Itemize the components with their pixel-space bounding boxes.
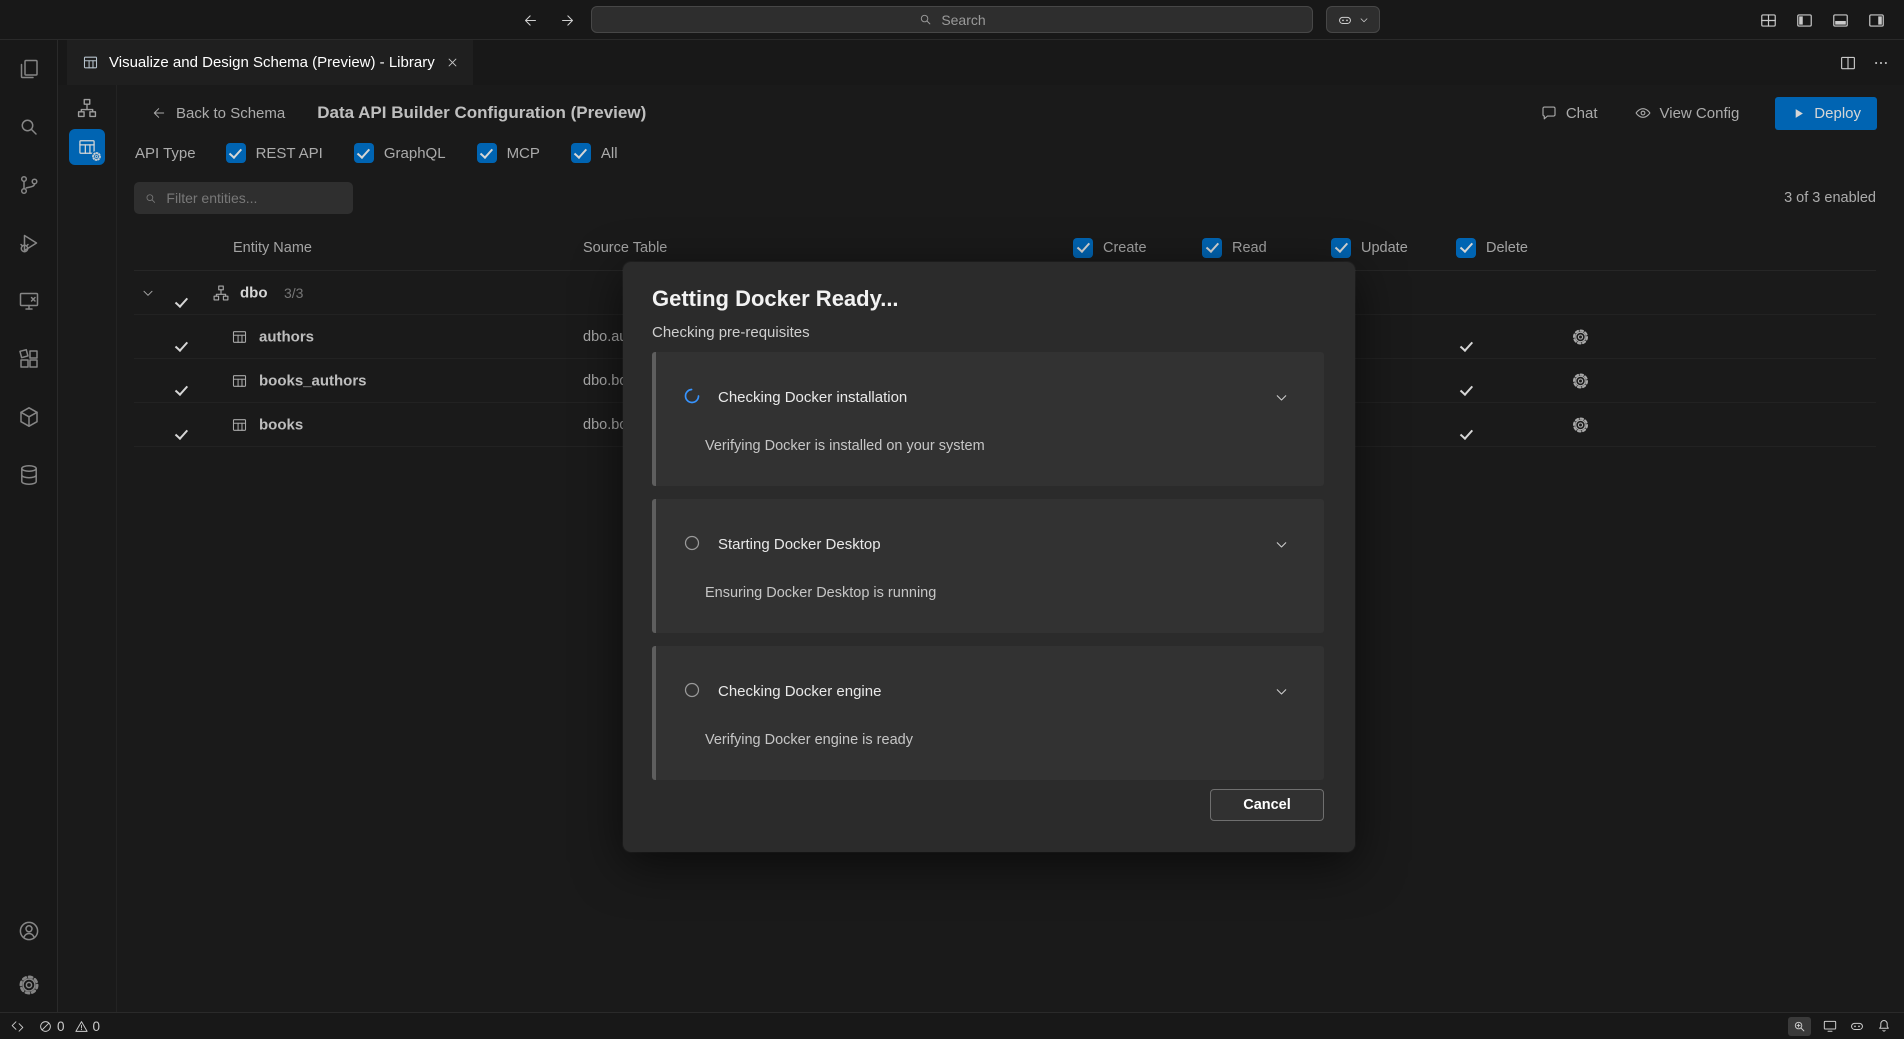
- more-actions-icon[interactable]: [1872, 54, 1890, 72]
- activity-bar: [0, 40, 58, 1012]
- copilot-status-icon[interactable]: [1849, 1018, 1865, 1034]
- step-docker-installation[interactable]: Checking Docker installation Verifying D…: [652, 352, 1324, 486]
- activitybar-extensions[interactable]: [0, 330, 58, 388]
- step-title: Starting Docker Desktop: [718, 536, 881, 553]
- status-bar: 0 0: [0, 1012, 1904, 1039]
- zoom-indicator[interactable]: [1788, 1017, 1811, 1036]
- step-docker-engine[interactable]: Checking Docker engine Verifying Docker …: [652, 646, 1324, 780]
- chevron-down-icon[interactable]: [1273, 683, 1290, 700]
- account-button[interactable]: [0, 904, 58, 958]
- step-description: Verifying Docker engine is ready: [705, 732, 913, 748]
- activitybar-search[interactable]: [0, 98, 58, 156]
- error-icon: [38, 1019, 53, 1034]
- database-icon: [17, 463, 41, 487]
- problems-indicator[interactable]: 0 0: [38, 1019, 100, 1034]
- table-icon: [82, 54, 99, 71]
- history-nav: [522, 0, 576, 40]
- forward-arrow-icon[interactable]: [559, 12, 576, 29]
- screencast-icon[interactable]: [1822, 1018, 1838, 1034]
- warning-count: 0: [93, 1019, 101, 1034]
- step-title: Checking Docker engine: [718, 683, 881, 700]
- activitybar-source-control[interactable]: [0, 156, 58, 214]
- docker-ready-dialog: Getting Docker Ready... Checking pre-req…: [623, 262, 1355, 852]
- activitybar-remote-explorer[interactable]: [0, 272, 58, 330]
- step-title: Checking Docker installation: [718, 389, 907, 406]
- debug-icon: [17, 231, 41, 255]
- tab-visualize-schema[interactable]: Visualize and Design Schema (Preview) - …: [67, 40, 473, 85]
- command-center-search[interactable]: Search: [591, 6, 1313, 33]
- step-description: Verifying Docker is installed on your sy…: [705, 438, 985, 454]
- split-editor-icon[interactable]: [1839, 54, 1857, 72]
- copilot-menu-button[interactable]: [1326, 6, 1380, 33]
- remote-indicator-icon[interactable]: [10, 1019, 25, 1034]
- tab-bar: Visualize and Design Schema (Preview) - …: [58, 40, 1904, 85]
- extensions-icon: [17, 347, 41, 371]
- editor-actions: [1839, 40, 1904, 85]
- files-icon: [17, 57, 41, 81]
- settings-button[interactable]: [0, 958, 58, 1012]
- toggle-panel-icon[interactable]: [1795, 11, 1814, 30]
- warning-icon: [74, 1019, 89, 1034]
- close-icon[interactable]: [445, 55, 460, 70]
- pending-circle-icon: [682, 680, 702, 700]
- chevron-down-icon[interactable]: [1273, 536, 1290, 553]
- tab-title: Visualize and Design Schema (Preview) - …: [109, 54, 435, 71]
- activitybar-explorer[interactable]: [0, 40, 58, 98]
- activitybar-database[interactable]: [0, 446, 58, 504]
- customize-layout-icon[interactable]: [1867, 11, 1886, 30]
- step-docker-desktop[interactable]: Starting Docker Desktop Ensuring Docker …: [652, 499, 1324, 633]
- spinner-icon: [682, 386, 702, 406]
- copilot-icon: [1337, 12, 1353, 28]
- notifications-bell-icon[interactable]: [1876, 1018, 1892, 1034]
- search-icon: [17, 115, 41, 139]
- dialog-steps: Checking Docker installation Verifying D…: [652, 352, 1324, 780]
- chevron-down-icon: [1358, 14, 1370, 26]
- toggle-secondary-sidebar-icon[interactable]: [1831, 11, 1850, 30]
- chevron-down-icon[interactable]: [1273, 389, 1290, 406]
- back-arrow-icon[interactable]: [522, 12, 539, 29]
- search-placeholder: Search: [941, 12, 985, 28]
- step-description: Ensuring Docker Desktop is running: [705, 585, 936, 601]
- activitybar-run-debug[interactable]: [0, 214, 58, 272]
- window-titlebar: Search: [0, 0, 1904, 40]
- package-icon: [17, 405, 41, 429]
- search-icon: [918, 12, 933, 27]
- cancel-button[interactable]: Cancel: [1210, 789, 1324, 821]
- gear-icon: [17, 973, 41, 997]
- dialog-subtitle: Checking pre-requisites: [652, 324, 1324, 342]
- toggle-sidebar-left-icon[interactable]: [1759, 11, 1778, 30]
- account-icon: [17, 919, 41, 943]
- monitor-x-icon: [17, 289, 41, 313]
- error-count: 0: [57, 1019, 65, 1034]
- activitybar-containers[interactable]: [0, 388, 58, 446]
- layout-controls: [1759, 0, 1886, 40]
- dialog-title: Getting Docker Ready...: [652, 286, 1324, 312]
- zoom-icon: [1792, 1019, 1807, 1034]
- branch-icon: [17, 173, 41, 197]
- pending-circle-icon: [682, 533, 702, 553]
